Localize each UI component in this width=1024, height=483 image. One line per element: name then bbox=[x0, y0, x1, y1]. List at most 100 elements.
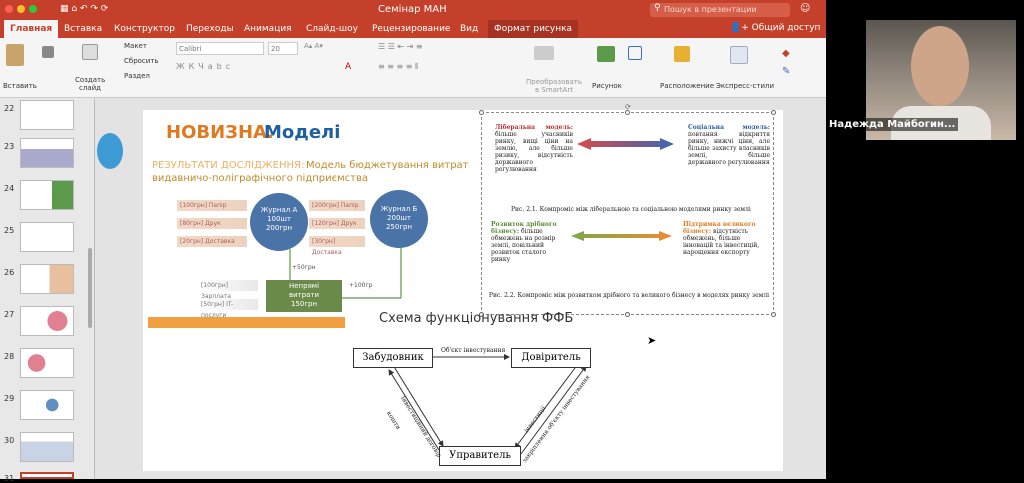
font-color-icon[interactable]: A bbox=[345, 62, 351, 72]
window-title: Семінар МАН bbox=[378, 4, 447, 15]
cut-copy-icon[interactable] bbox=[42, 46, 54, 58]
slide-thumbnail[interactable] bbox=[20, 348, 74, 378]
slide-thumbnail[interactable] bbox=[20, 100, 74, 130]
qat-icons[interactable]: ▦ ⌂ ↶ ↷ ⟳ bbox=[60, 4, 108, 14]
cost-pill: [20грн] Доставка bbox=[177, 236, 247, 247]
maximize-window-icon[interactable] bbox=[29, 5, 37, 13]
slide-thumbnail[interactable] bbox=[20, 222, 74, 252]
tab-animation[interactable]: Анимация bbox=[238, 20, 298, 38]
thumb-number: 30 bbox=[4, 436, 15, 445]
resize-handle[interactable] bbox=[625, 312, 630, 317]
section-button[interactable]: Раздел bbox=[124, 72, 150, 80]
tab-view[interactable]: Вид bbox=[454, 20, 484, 38]
slide-thumbnail[interactable] bbox=[20, 306, 74, 336]
big-business-text: Підтримка великого бізнесу: відсутність … bbox=[683, 221, 769, 256]
participant-face bbox=[911, 26, 969, 106]
reset-button[interactable]: Сбросить bbox=[124, 57, 159, 65]
resize-handle[interactable] bbox=[771, 110, 776, 115]
outline-icon[interactable]: ✎ bbox=[782, 66, 790, 77]
font-size-field[interactable]: 20 bbox=[268, 42, 298, 55]
arrow-label: Об'єкт інвестування bbox=[441, 347, 506, 354]
share-label: Общий доступ bbox=[751, 23, 821, 33]
side-bubble-icon bbox=[97, 133, 123, 169]
font-family-field[interactable]: Calibri bbox=[176, 42, 264, 55]
node-label: витрати bbox=[288, 291, 320, 299]
slide-thumbnail[interactable] bbox=[20, 432, 74, 462]
journal-a-node: Журнал А 100шт 200грн bbox=[250, 193, 308, 251]
format-buttons[interactable]: ЖКЧabc bbox=[176, 62, 234, 71]
node-label: 250грн bbox=[385, 223, 413, 231]
node-label: Журнал А bbox=[260, 206, 298, 214]
node-label: 150грн bbox=[290, 300, 318, 308]
slide-thumbnail[interactable] bbox=[20, 264, 74, 294]
close-window-icon[interactable] bbox=[5, 5, 13, 13]
liberal-title: Ліберальна модель: bbox=[495, 124, 573, 131]
quick-styles-icon[interactable] bbox=[730, 46, 748, 64]
tab-transitions[interactable]: Переходы bbox=[180, 20, 240, 38]
minimize-window-icon[interactable] bbox=[17, 5, 25, 13]
small-business-text: Розвиток дрібного бізнесу: більше обмеже… bbox=[491, 221, 567, 263]
plus50-label: +50грн bbox=[292, 264, 316, 271]
font-size-buttons[interactable]: A▴ A▾ bbox=[304, 42, 323, 50]
journal-b-node: Журнал Б 200шт 250грн bbox=[370, 190, 428, 248]
tab-picture-format[interactable]: Формат рисунка bbox=[488, 20, 579, 38]
thumbnails-scrollbar[interactable] bbox=[88, 248, 92, 328]
trustee-box: Довіритель bbox=[511, 348, 591, 368]
cost-pill: [30грн] Доставка bbox=[309, 236, 365, 256]
social-body: повтання відкриття ринку, нижчі ціни, ал… bbox=[688, 131, 770, 166]
arrange-icon[interactable] bbox=[674, 46, 690, 62]
social-title: Соціальна модель: bbox=[688, 124, 770, 131]
add-person-icon: 👤+ bbox=[730, 23, 752, 33]
liberal-model-text: Ліберальна модель: більше учасників ринк… bbox=[495, 124, 573, 173]
slide-thumbnail[interactable] bbox=[20, 138, 74, 168]
share-button[interactable]: 👤+ Общий доступ bbox=[730, 23, 820, 33]
paste-icon[interactable] bbox=[6, 44, 24, 66]
cost-pill: [200грн] Папір bbox=[309, 200, 365, 211]
shapes-icon[interactable] bbox=[628, 46, 642, 60]
plus100-label: +100гр bbox=[349, 282, 373, 289]
slide-editor: НОВИЗНА. Моделі РЕЗУЛЬТАТИ ДОСЛІДЖЕННЯ: … bbox=[95, 98, 826, 479]
ribbon: Вставить Создать слайд Макет Сбросить Ра… bbox=[0, 38, 826, 98]
picture-icon[interactable] bbox=[597, 46, 615, 62]
tab-slideshow[interactable]: Слайд-шоу bbox=[300, 20, 364, 38]
smartart-icon[interactable] bbox=[534, 46, 554, 60]
slide-thumbnail[interactable] bbox=[20, 180, 74, 210]
resize-handle[interactable] bbox=[771, 312, 776, 317]
mouse-cursor-icon: ➤ bbox=[647, 334, 657, 347]
smiley-icon[interactable]: ☺ bbox=[800, 3, 810, 14]
resize-handle[interactable] bbox=[479, 110, 484, 115]
rotate-handle-icon[interactable]: ⟳ bbox=[625, 103, 631, 111]
ribbon-tabs: Главная Вставка Конструктор Переходы Ани… bbox=[0, 20, 826, 38]
slide-thumbnail-selected[interactable] bbox=[20, 472, 74, 479]
tab-insert[interactable]: Вставка bbox=[58, 20, 108, 38]
align-icons[interactable]: ≡ ≡ ≡ ≡ ⫴ bbox=[378, 62, 418, 72]
thumb-number: 23 bbox=[4, 142, 15, 151]
node-label: 200шт bbox=[387, 214, 411, 222]
thumb-number: 24 bbox=[4, 184, 15, 193]
tab-home[interactable]: Главная bbox=[4, 20, 59, 38]
title-bar: ▦ ⌂ ↶ ↷ ⟳ Семінар МАН Пошук в презентаци… bbox=[0, 0, 826, 20]
paragraph-icons[interactable]: ☰ ☰ ⇤ ⇥ ≡ bbox=[378, 42, 423, 51]
thumb-number: 27 bbox=[4, 310, 15, 319]
tab-review[interactable]: Рецензирование bbox=[366, 20, 456, 38]
new-slide-icon[interactable] bbox=[82, 44, 98, 60]
cost-pill: [50грн] IT-послуги bbox=[198, 299, 258, 319]
node-label: Непрямі bbox=[288, 282, 320, 290]
arrange-label: Расположение bbox=[660, 82, 715, 90]
liberal-body: більше учасників ринку, вищі ціни на зем… bbox=[495, 131, 573, 173]
paste-label: Вставить bbox=[3, 82, 37, 90]
video-feed: Надежда Майбогин... bbox=[826, 0, 1024, 479]
layout-button[interactable]: Макет bbox=[124, 42, 147, 50]
convert-smartart-label: Преобразовать в SmartArt bbox=[526, 78, 582, 94]
cost-pill: [80грн] Друк bbox=[177, 218, 247, 229]
cost-pill: [100грн] Зарплата bbox=[198, 280, 258, 300]
thumb-number: 29 bbox=[4, 394, 15, 403]
developer-box: Забудовник bbox=[353, 348, 433, 368]
fill-icon[interactable]: ◆ bbox=[782, 48, 790, 59]
thumb-number: 22 bbox=[4, 104, 15, 113]
search-input[interactable]: Пошук в презентации bbox=[650, 3, 790, 17]
slide-thumbnail[interactable] bbox=[20, 390, 74, 420]
cost-pill: [100грн] Папір bbox=[177, 200, 247, 211]
tab-design[interactable]: Конструктор bbox=[108, 20, 181, 38]
powerpoint-window: ▦ ⌂ ↶ ↷ ⟳ Семінар МАН Пошук в презентаци… bbox=[0, 0, 826, 483]
